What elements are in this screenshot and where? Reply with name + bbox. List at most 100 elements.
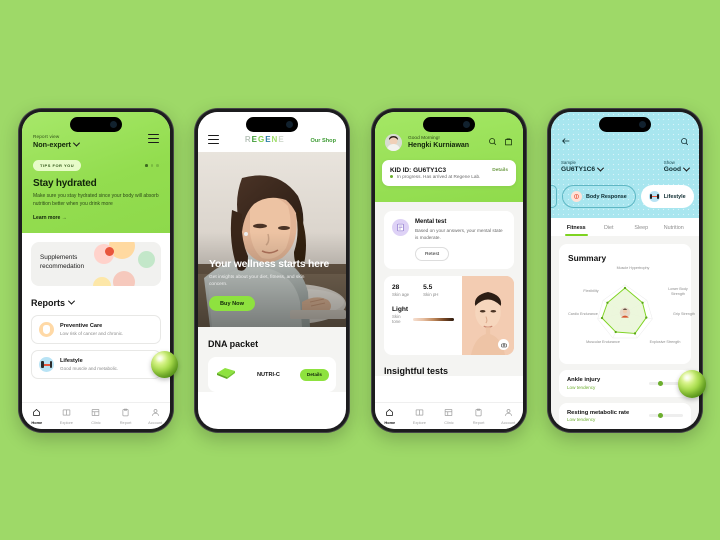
tab-fitness[interactable]: Fitness	[560, 218, 593, 236]
risk-row-resting-metabolic-rate[interactable]: Resting metabolic rate Low tendency	[559, 402, 691, 429]
tab-explore[interactable]: Explore	[52, 408, 82, 425]
kid-details-link[interactable]: Details	[492, 168, 508, 173]
tips-badge: TIPS FOR YOU	[33, 160, 82, 171]
chevron-down-icon	[67, 297, 76, 305]
report-view-value: Non-expert	[33, 140, 71, 149]
skin-age-value: 28	[392, 284, 400, 292]
phone4-screen: Sample GU6TY1C6 Show Good Body Response …	[551, 112, 699, 429]
carousel-dots[interactable]	[145, 164, 159, 167]
reports-section-header[interactable]: Reports	[31, 286, 161, 315]
risk-status: Low tendency	[567, 384, 596, 390]
report-view-selector[interactable]: Non-expert	[33, 139, 80, 149]
summary-card: Summary Muscle Hypertrophy Lower Body St…	[559, 244, 695, 364]
tab-clinic[interactable]: Clinic	[434, 408, 464, 425]
chevron-down-icon	[682, 164, 691, 172]
tab-report[interactable]: Report	[111, 408, 141, 425]
app-logo: REGENE	[245, 135, 285, 144]
tip-title: Stay hydrated	[33, 178, 97, 189]
building-icon	[434, 408, 464, 418]
phone1-screen: Report view Non-expert TIPS FOR YOU Stay…	[22, 112, 170, 429]
body-response-icon	[571, 191, 582, 202]
details-button[interactable]: Details	[299, 368, 329, 381]
phone1-tabbar[interactable]: Home Explore Clinic Report Account	[22, 402, 170, 429]
risk-status: Low tendency	[567, 417, 596, 422]
phone-mockup-2: REGENE Our Shop Your wellness starts her…	[194, 108, 350, 433]
tab-account[interactable]: Account	[493, 408, 523, 425]
retest-button[interactable]: Retest	[415, 247, 450, 262]
report-subtitle: Good muscle and metabolic.	[60, 365, 119, 371]
skin-tone-value: Light	[392, 306, 409, 314]
phone3-screen: Good Morning! Hengki Kurniawan KID ID: G…	[375, 112, 523, 429]
risk-row-ankle-injury[interactable]: Ankle injury Low tendency	[559, 370, 691, 397]
phone4-content: Summary Muscle Hypertrophy Lower Body St…	[551, 236, 699, 429]
home-icon	[22, 408, 52, 418]
tip-body: Make sure you stay hydrated since your b…	[33, 193, 159, 207]
poster-canvas: Report view Non-expert TIPS FOR YOU Stay…	[0, 0, 720, 540]
tab-nutrition[interactable]: Nutrition	[658, 218, 691, 236]
tab-explore[interactable]: Explore	[405, 408, 435, 425]
hero-text: Your wellness starts here Get insights a…	[209, 259, 335, 311]
tooth-icon	[39, 322, 54, 337]
skin-ph-block: 5.5 Skin pH	[423, 284, 438, 297]
dynamic-island	[70, 117, 122, 132]
tab-label: Report	[119, 419, 132, 425]
back-arrow-icon[interactable]	[561, 136, 571, 148]
axis-label-grip-strength: Grip Strength	[673, 312, 695, 316]
risk-title: Resting metabolic rate	[567, 409, 630, 416]
phone3-tabbar[interactable]: Home Explore Clinic Report Account	[375, 402, 523, 429]
kid-id-card[interactable]: KID ID: GU6TY1C3 Details In progress. Ha…	[382, 160, 516, 186]
chip-body-response[interactable]: Body Response	[562, 185, 636, 208]
sample-selector[interactable]: Sample GU6TY1C6	[561, 160, 605, 173]
hamburger-icon[interactable]	[208, 135, 219, 144]
skin-analysis-card[interactable]: 28 Skin age 5.5 Skin pH Light Skin tone	[384, 276, 514, 356]
dna-packet-title: DNA packet	[208, 339, 259, 349]
tab-label: Explore	[412, 419, 426, 425]
tab-report[interactable]: Report	[464, 408, 494, 425]
tab-account[interactable]: Account	[140, 408, 170, 425]
skin-age-label: Skin age	[392, 292, 410, 298]
skin-photo[interactable]	[460, 276, 514, 356]
tab-diet[interactable]: Diet	[593, 218, 626, 236]
skin-tone-scale	[413, 318, 454, 322]
learn-more-link[interactable]: Learn more →	[33, 215, 159, 221]
tab-label: Explore	[59, 419, 73, 425]
shopping-bag-icon[interactable]	[504, 133, 513, 151]
report-row-preventive-care[interactable]: Preventive Care Low risk of cancer and c…	[31, 315, 161, 344]
hamburger-icon[interactable]	[148, 134, 159, 143]
search-icon[interactable]	[680, 133, 689, 151]
axis-label-flexibility: Flexibility	[583, 289, 599, 293]
phone1-content: Supplements recommedation Reports Preven…	[22, 233, 170, 379]
tab-home[interactable]: Home	[22, 408, 52, 425]
hero-banner: Your wellness starts here Get insights a…	[198, 152, 346, 327]
search-icon[interactable]	[488, 133, 497, 151]
our-shop-link[interactable]: Our Shop	[311, 138, 336, 144]
chip-lifestyle[interactable]: Lifestyle	[640, 185, 694, 208]
tab-label: Clinic	[91, 419, 101, 425]
kid-id-label: KID ID: GU6TY1C3	[390, 167, 447, 174]
buy-now-button[interactable]: Buy Now	[209, 296, 255, 311]
avatar[interactable]	[385, 133, 402, 151]
supplements-recommendation-card[interactable]: Supplements recommedation	[31, 242, 161, 286]
tab-label: Account	[501, 419, 516, 425]
hero-subtitle: Get insights about your diet, fitness, a…	[209, 275, 305, 288]
category-chips[interactable]: Body Response Lifestyle	[551, 185, 694, 218]
product-image	[215, 364, 237, 385]
phone2-content: DNA packet NUTRI-C Details	[198, 327, 346, 392]
show-selector[interactable]: Show Good	[664, 160, 691, 173]
tab-home[interactable]: Home	[375, 408, 405, 425]
mental-test-icon	[392, 219, 409, 236]
axis-label-muscular-endurance: Muscular Endurance	[586, 340, 620, 344]
tab-sleep[interactable]: Sleep	[625, 218, 658, 236]
phone2-screen: REGENE Our Shop Your wellness starts her…	[198, 112, 346, 429]
phone4-tabs[interactable]: Fitness Diet Sleep Nutrition	[551, 218, 699, 236]
mental-test-card[interactable]: Mental test Based on your answers, your …	[384, 211, 514, 270]
tab-clinic[interactable]: Clinic	[81, 408, 111, 425]
product-card[interactable]: NUTRI-C Details	[208, 357, 336, 392]
risk-meter	[649, 413, 683, 419]
report-row-lifestyle[interactable]: Lifestyle Good muscle and metabolic.	[31, 350, 161, 379]
axis-label-explosive-strength: Explosive Strength	[649, 340, 681, 344]
dumbbell-icon	[648, 191, 660, 202]
chip-label: Body Response	[586, 193, 627, 200]
tab-label: Report	[472, 419, 485, 425]
greeting-text: Good Morning!	[408, 135, 440, 141]
